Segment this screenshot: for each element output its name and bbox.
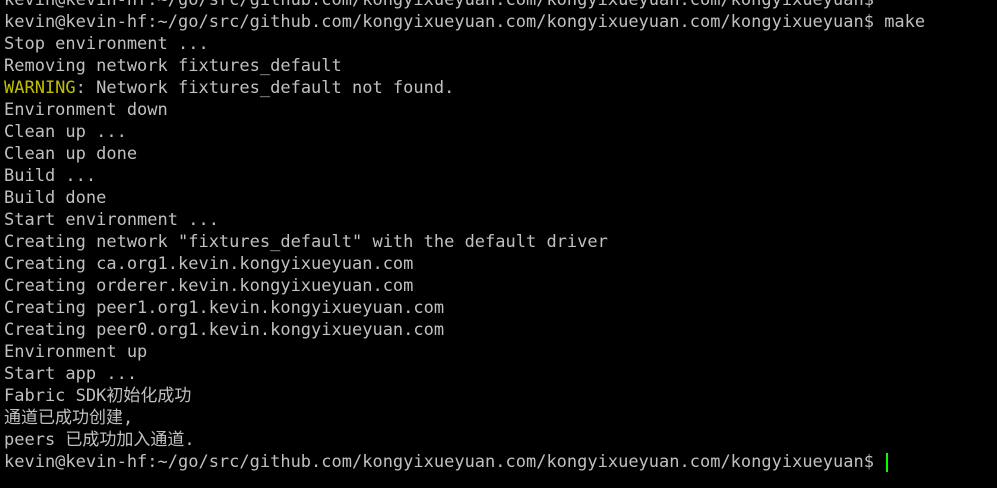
prompt-line[interactable]: kevin@kevin-hf:~/go/src/github.com/kongy… <box>4 451 925 473</box>
warning-message: : Network fixtures_default not found. <box>75 78 455 98</box>
terminal-output: kevin@kevin-hf:~/go/src/github.com/kongy… <box>4 0 925 473</box>
output-line: Creating network "fixtures_default" with… <box>4 232 608 252</box>
output-line: Clean up ... <box>4 122 127 142</box>
output-line: 通道已成功创建, <box>4 408 134 428</box>
shell-prompt: kevin@kevin-hf:~/go/src/github.com/kongy… <box>4 452 885 472</box>
output-line: Start environment ... <box>4 210 219 230</box>
previous-prompt-line: kevin@kevin-hf:~/go/src/github.com/kongy… <box>4 0 874 10</box>
output-line: Environment up <box>4 342 148 362</box>
output-line: peers 已成功加入通道. <box>4 430 195 450</box>
output-line: Fabric SDK初始化成功 <box>4 386 192 406</box>
text-cursor <box>886 452 889 472</box>
output-line: Creating peer0.org1.kevin.kongyixueyuan.… <box>4 320 445 340</box>
command-line: kevin@kevin-hf:~/go/src/github.com/kongy… <box>4 12 926 32</box>
warning-label: WARNING <box>4 78 76 98</box>
output-line: Creating ca.org1.kevin.kongyixueyuan.com <box>4 254 414 274</box>
output-line: Creating peer1.org1.kevin.kongyixueyuan.… <box>4 298 445 318</box>
output-line: Removing network fixtures_default <box>4 56 342 76</box>
output-line: Build ... <box>4 166 97 186</box>
output-line: Start app ... <box>4 364 138 384</box>
output-line: Environment down <box>4 100 168 120</box>
output-line: Creating orderer.kevin.kongyixueyuan.com <box>4 276 414 296</box>
output-line: Clean up done <box>4 144 138 164</box>
output-line: Stop environment ... <box>4 34 209 54</box>
output-line: Build done <box>4 188 107 208</box>
terminal-window[interactable]: kevin@kevin-hf:~/go/src/github.com/kongy… <box>0 0 997 488</box>
warning-line: WARNING: Network fixtures_default not fo… <box>4 77 925 99</box>
